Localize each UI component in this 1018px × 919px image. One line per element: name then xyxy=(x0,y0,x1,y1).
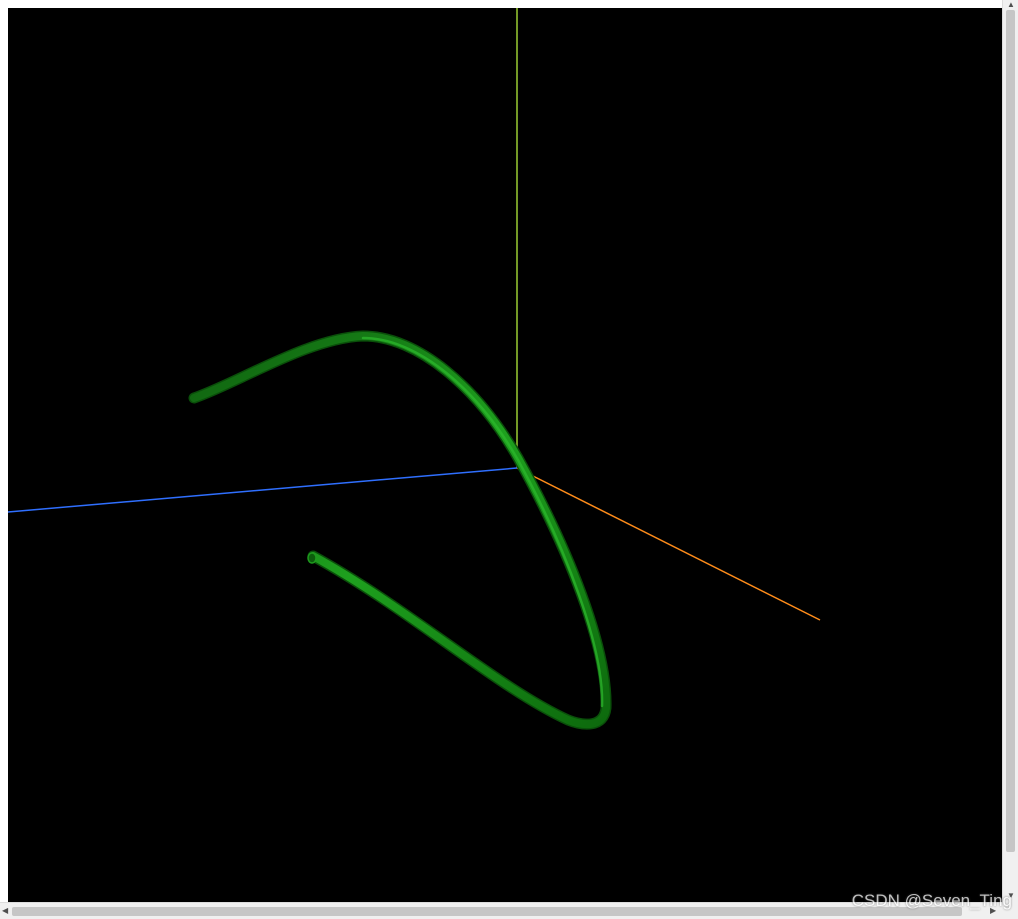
scene-svg xyxy=(8,8,821,730)
webgl-canvas[interactable] xyxy=(8,8,1002,902)
browser-window: ▲ ▼ ◀ ▶ CSDN @Seven_Ting xyxy=(0,0,1018,919)
tube-end-cap xyxy=(307,552,317,564)
tube-curve-shadow xyxy=(188,330,612,730)
horizontal-scroll-thumb[interactable] xyxy=(12,907,962,916)
tube-highlight xyxy=(361,336,604,708)
vertical-scrollbar[interactable]: ▲ ▼ xyxy=(1002,0,1018,902)
tube-curve xyxy=(190,331,611,729)
z-axis-line xyxy=(8,467,518,513)
scroll-up-icon[interactable]: ▲ xyxy=(1007,1,1015,9)
scroll-left-icon[interactable]: ◀ xyxy=(2,907,8,915)
vertical-scroll-thumb[interactable] xyxy=(1006,10,1015,852)
watermark-text: CSDN @Seven_Ting xyxy=(851,891,1012,910)
